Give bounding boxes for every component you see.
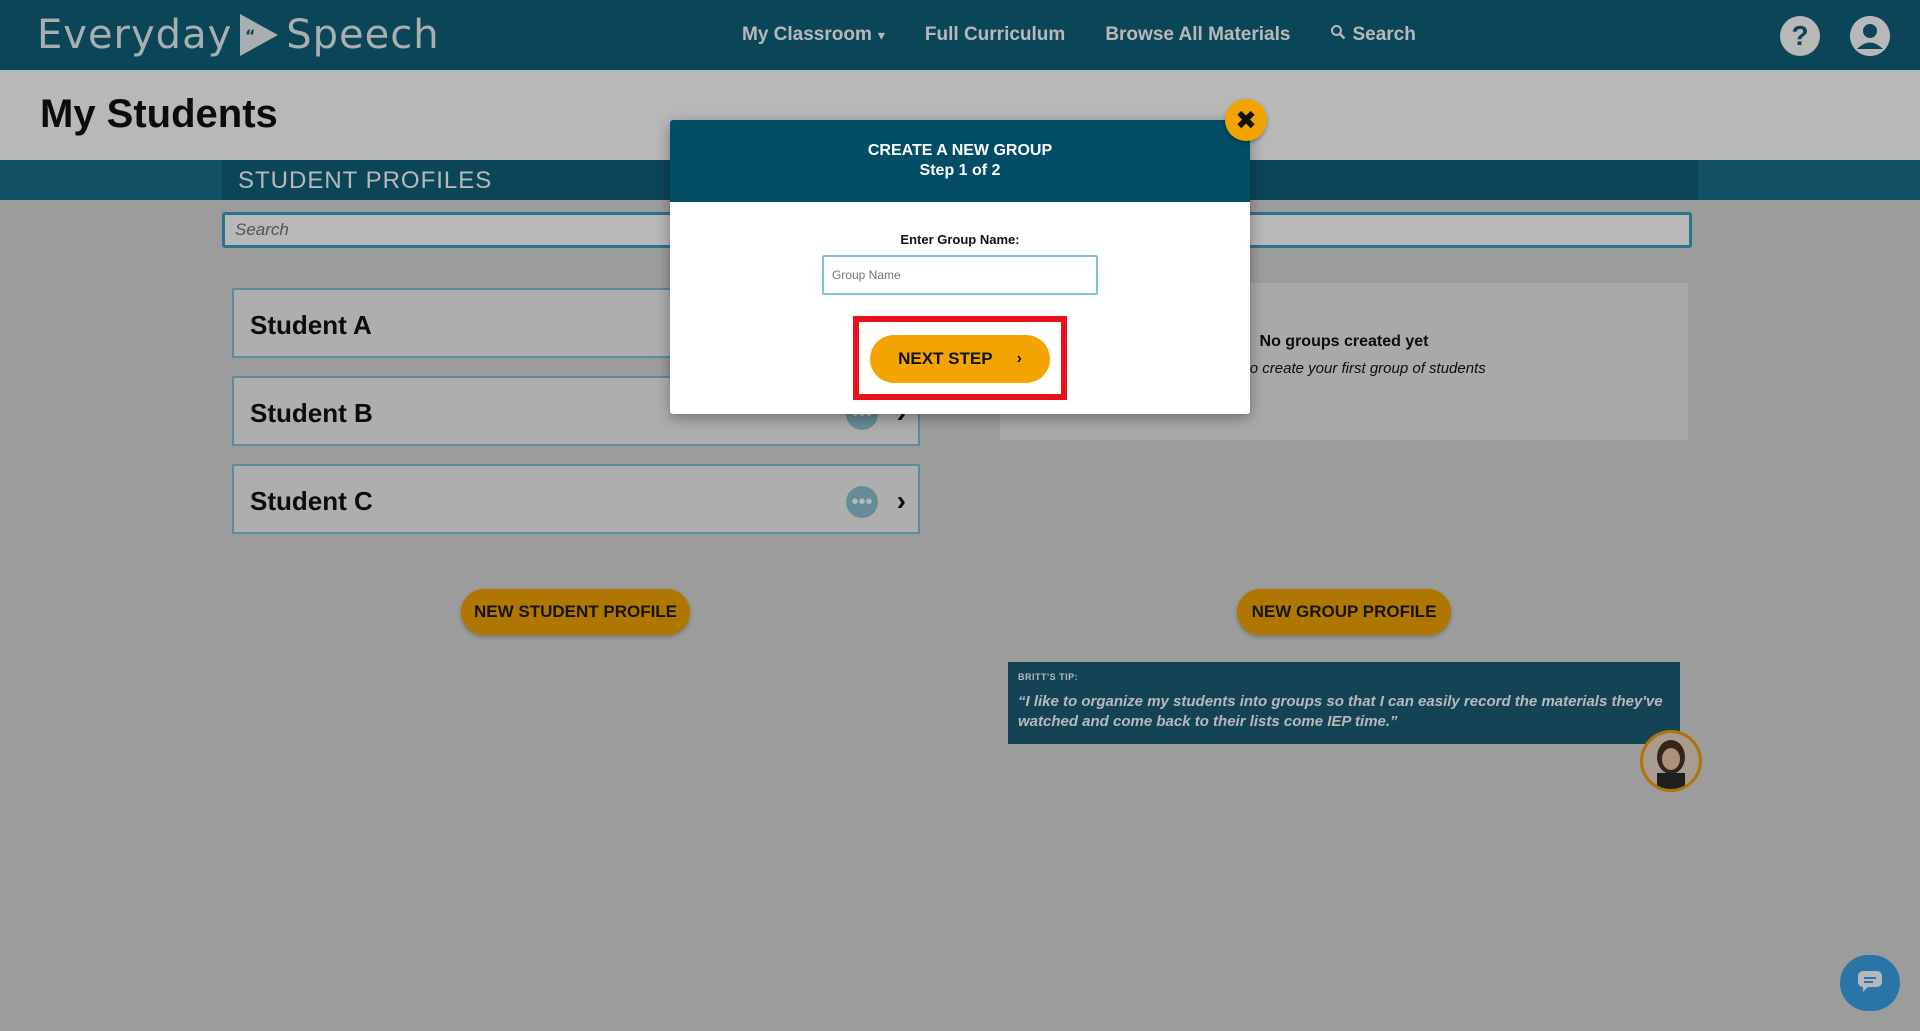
- modal-title: CREATE A NEW GROUP: [867, 142, 1053, 159]
- group-name-input[interactable]: [822, 255, 1098, 295]
- close-icon[interactable]: ✖: [1225, 99, 1267, 141]
- next-step-label: NEXT STEP: [898, 349, 993, 368]
- next-step-button[interactable]: NEXT STEP ›: [870, 335, 1050, 383]
- group-name-label: Enter Group Name:: [900, 232, 1020, 247]
- chevron-right-icon: ›: [1016, 350, 1022, 367]
- modal-header: CREATE A NEW GROUP Step 1 of 2: [670, 120, 1250, 202]
- create-group-modal: CREATE A NEW GROUP Step 1 of 2 Enter Gro…: [670, 120, 1250, 414]
- modal-step: Step 1 of 2: [919, 162, 1001, 179]
